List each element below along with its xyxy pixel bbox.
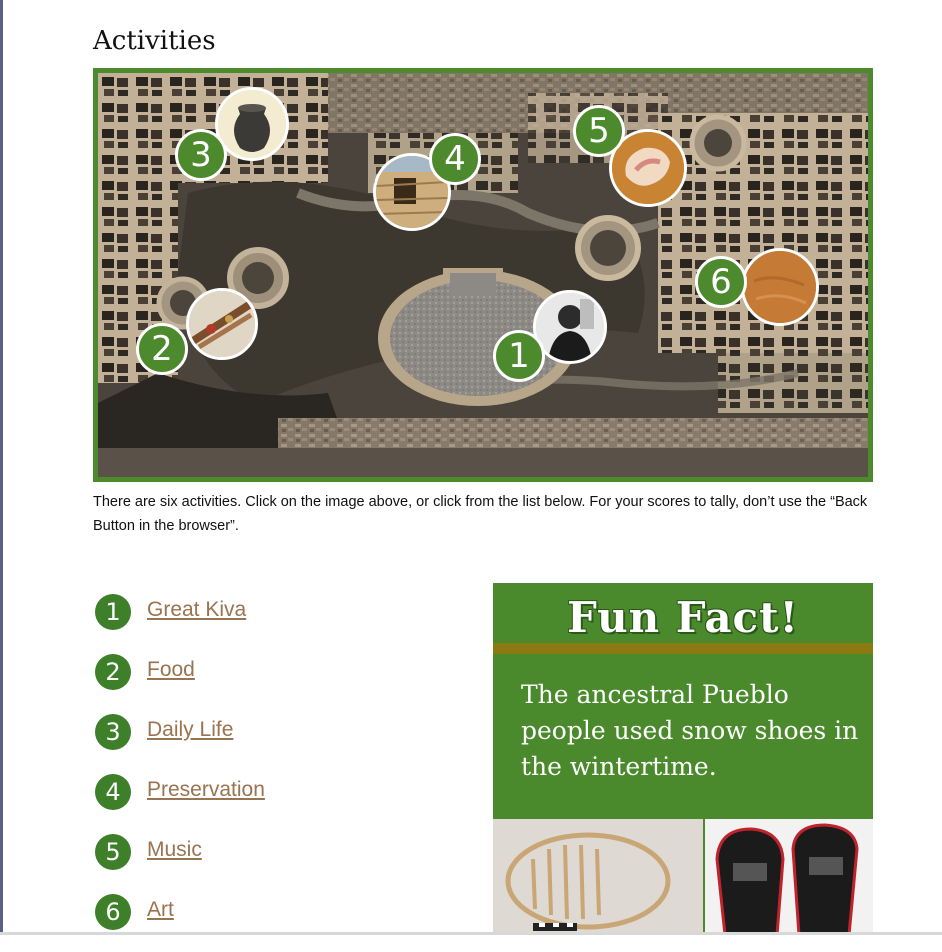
activity-number-badge: 2 [95,654,131,690]
list-item: 1 Great Kiva [95,592,265,652]
activity-number-badge: 3 [95,714,131,750]
music-link[interactable]: Music [147,838,202,862]
marker-number-badge: 3 [175,129,227,181]
activity-number-badge: 6 [95,894,131,930]
food-link[interactable]: Food [147,658,195,682]
left-border [0,0,3,935]
map-marker-food[interactable]: 2 [136,285,261,380]
marker-number-badge: 2 [136,323,188,375]
marker-number-badge: 5 [573,105,625,157]
marker-number-badge: 6 [695,256,747,308]
list-item: 6 Art [95,892,265,952]
marker-number-badge: 4 [429,133,481,185]
map-marker-art[interactable]: 6 [695,248,825,333]
list-item: 5 Music [95,832,265,892]
list-item: 3 Daily Life [95,712,265,772]
fun-fact-panel: Fun Fact! The ancestral Pueblo people us… [493,583,873,935]
intro-text: There are six activities. Click on the i… [93,494,868,534]
pueblo-site-map[interactable]: 1 2 3 4 5 6 [93,68,873,482]
fun-fact-title: Fun Fact! [567,593,799,642]
list-item: 4 Preservation [95,772,265,832]
preservation-link[interactable]: Preservation [147,778,265,802]
page-title: Activities [93,26,216,56]
activity-number-badge: 4 [95,774,131,810]
activity-number-badge: 5 [95,834,131,870]
map-marker-music[interactable]: 5 [573,101,693,211]
activity-list: 1 Great Kiva 2 Food 3 Daily Life 4 Prese… [95,592,265,952]
great-kiva-link[interactable]: Great Kiva [147,598,246,622]
food-photo-icon [186,288,258,360]
map-marker-great-kiva[interactable]: 1 [493,286,613,386]
fun-fact-text: The ancestral Pueblo people used snow sh… [521,680,859,781]
snowshoe-photos [493,819,873,935]
daily-life-link[interactable]: Daily Life [147,718,233,742]
art-link[interactable]: Art [147,898,174,922]
map-marker-preservation[interactable]: 4 [373,129,493,234]
activity-number-badge: 1 [95,594,131,630]
marker-number-badge: 1 [493,330,545,382]
fun-fact-divider [493,643,873,654]
list-item: 2 Food [95,652,265,712]
map-marker-daily-life[interactable]: 3 [175,85,295,185]
art-photo-icon [741,248,819,326]
